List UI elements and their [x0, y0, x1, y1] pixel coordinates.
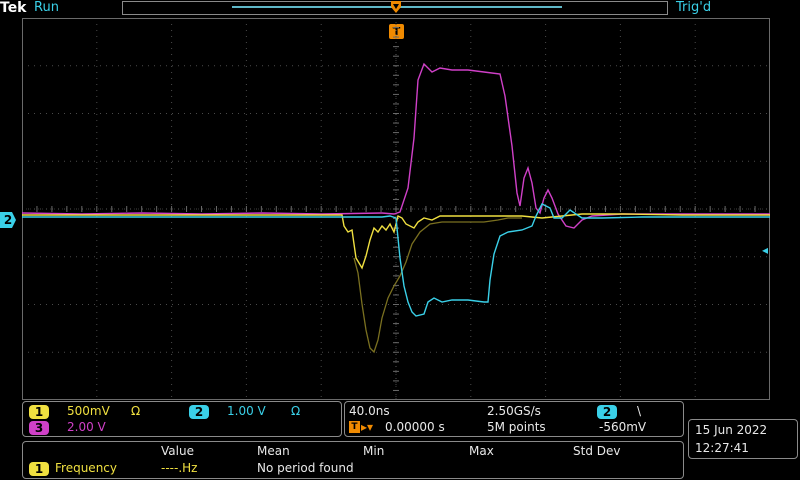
ch2-coupling: Ω	[291, 404, 301, 418]
date: 15 Jun 2022	[695, 423, 768, 437]
measurement-panel: Value Mean Min Max Std Dev 1 Frequency -…	[22, 441, 684, 479]
ch2-waveform	[22, 203, 770, 317]
horizontal-scale[interactable]: 40.0ns	[349, 404, 390, 418]
trigger-level-arrow[interactable]: ◂	[762, 243, 768, 257]
ch2-badge[interactable]: 2	[189, 405, 209, 419]
top-status-bar: Tek Run Trig'd	[0, 0, 800, 18]
trigger-slope-icon[interactable]: \	[637, 404, 641, 418]
brand-logo: Tek	[0, 0, 27, 16]
time: 12:27:41	[695, 441, 749, 455]
header-min: Min	[363, 444, 385, 458]
trigger-position[interactable]: 0.00000 s	[385, 420, 445, 434]
trigger-state: Trig'd	[676, 0, 712, 15]
trigger-level[interactable]: -560mV	[599, 420, 646, 434]
header-value: Value	[161, 444, 194, 458]
header-mean: Mean	[257, 444, 290, 458]
ch1-persistence-waveform	[353, 217, 522, 354]
trigger-delay-arrow-icon: ▸▾	[361, 420, 374, 434]
header-max: Max	[469, 444, 494, 458]
measurement-value: ----.Hz	[161, 461, 198, 475]
ch3-badge[interactable]: 3	[29, 421, 49, 435]
measurement-name[interactable]: Frequency	[55, 461, 117, 475]
sample-rate: 2.50GS/s	[487, 404, 541, 418]
ch2-ground-marker[interactable]: 2	[0, 212, 16, 228]
record-length: 5M points	[487, 420, 546, 434]
acquisition-state[interactable]: Run	[34, 0, 59, 15]
timebase-panel: 40.0ns T ▸▾ 0.00000 s 2.50GS/s 5M points…	[344, 401, 684, 437]
waveform-graticule[interactable]	[22, 18, 770, 400]
ch2-scale[interactable]: 1.00 V	[227, 404, 266, 418]
datetime-panel: 15 Jun 2022 12:27:41	[688, 419, 798, 459]
ch1-badge[interactable]: 1	[29, 405, 49, 419]
trigger-position-icon[interactable]	[389, 1, 403, 17]
header-std-dev: Std Dev	[573, 444, 621, 458]
measurement-status: No period found	[257, 461, 354, 475]
channel-scale-panel: 1 500mV Ω 2 1.00 V Ω 3 2.00 V	[22, 401, 342, 437]
ch1-scale[interactable]: 500mV	[67, 404, 110, 418]
ch1-coupling: Ω	[131, 404, 141, 418]
trigger-source-badge[interactable]: 2	[597, 405, 617, 419]
measurement-source-badge[interactable]: 1	[29, 462, 49, 476]
trigger-position-icon: T	[349, 421, 360, 433]
ch3-scale[interactable]: 2.00 V	[67, 420, 106, 434]
